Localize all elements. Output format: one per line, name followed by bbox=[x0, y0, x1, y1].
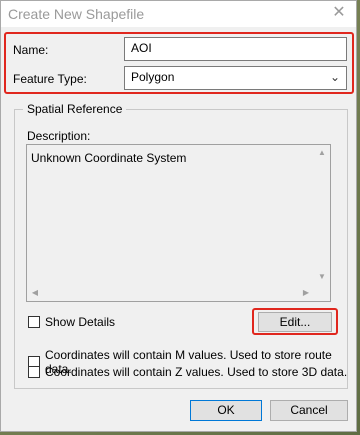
vertical-scrollbar[interactable]: ▲ ▼ bbox=[314, 145, 330, 285]
dialog-title: Create New Shapefile bbox=[8, 6, 145, 22]
description-box: Unknown Coordinate System ▲ ▼ ◀ ▶ bbox=[26, 144, 331, 302]
edit-button[interactable]: Edit... bbox=[258, 312, 332, 332]
description-label: Description: bbox=[27, 129, 91, 143]
show-details-label: Show Details bbox=[45, 315, 116, 329]
z-values-row[interactable]: Coordinates will contain Z values. Used … bbox=[28, 365, 347, 379]
show-details-checkbox[interactable] bbox=[28, 316, 40, 328]
name-label: Name: bbox=[13, 43, 49, 57]
scroll-left-icon[interactable]: ◀ bbox=[27, 285, 43, 301]
z-values-label: Coordinates will contain Z values. Used … bbox=[45, 365, 348, 379]
spatial-reference-title: Spatial Reference bbox=[23, 102, 127, 116]
z-values-checkbox[interactable] bbox=[28, 366, 40, 378]
show-details-checkbox-row[interactable]: Show Details bbox=[28, 315, 115, 329]
chevron-down-icon: ⌄ bbox=[329, 70, 340, 84]
feature-type-select[interactable]: Polygon ⌄ bbox=[124, 66, 347, 90]
horizontal-scrollbar[interactable]: ◀ ▶ bbox=[27, 285, 314, 301]
scroll-right-icon[interactable]: ▶ bbox=[298, 285, 314, 301]
scroll-down-icon[interactable]: ▼ bbox=[314, 269, 330, 285]
ok-button[interactable]: OK bbox=[190, 400, 262, 421]
scroll-up-icon[interactable]: ▲ bbox=[314, 145, 330, 161]
cancel-button[interactable]: Cancel bbox=[270, 400, 348, 421]
feature-type-label: Feature Type: bbox=[13, 72, 87, 86]
title-bar: Create New Shapefile ✕ bbox=[1, 1, 356, 27]
description-text: Unknown Coordinate System bbox=[31, 151, 187, 165]
name-input[interactable]: AOI bbox=[124, 37, 347, 61]
close-icon[interactable]: ✕ bbox=[330, 4, 348, 22]
feature-type-value: Polygon bbox=[131, 70, 175, 84]
create-new-shapefile-dialog: Create New Shapefile ✕ Name: AOI Feature… bbox=[0, 0, 357, 432]
